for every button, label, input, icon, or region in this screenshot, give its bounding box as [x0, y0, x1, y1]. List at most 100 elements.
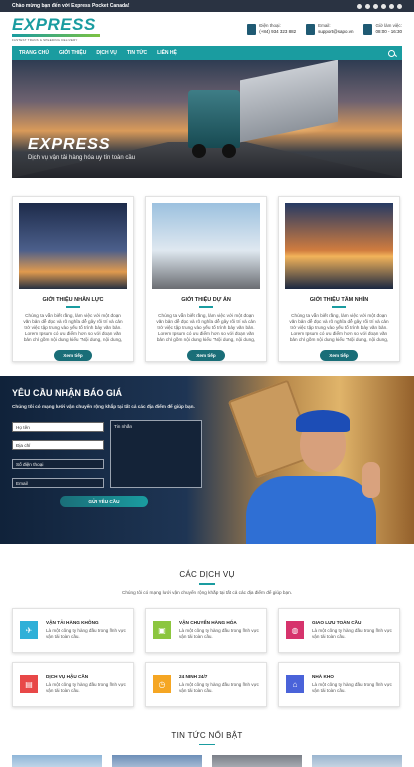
services-grid: ✈ VẬN TẢI HÀNG KHÔNG Là một công ty hàng… [0, 595, 414, 707]
card-title: GIỚI THIỆU DỰ ÁN [181, 297, 231, 303]
logo[interactable]: EXPRESS FASTEST TRANS & SPEEDING DELIVER… [12, 16, 100, 42]
service-desc: Là một công ty hàng đầu trong lĩnh vực v… [312, 628, 392, 639]
news-thumbnail[interactable] [312, 755, 402, 767]
globe-icon: ◍ [286, 621, 304, 639]
truck-wheel [192, 144, 206, 158]
service-247[interactable]: ◷ 24 NINH 24/7 Là một công ty hàng đầu t… [145, 661, 267, 707]
hero-subtitle: Dịch vụ vận tải hàng hóa uy tín toàn cầu [28, 155, 136, 161]
read-more-button[interactable]: Xem tiếp [187, 349, 225, 361]
card-text: Chúng ta vẫn biết rằng, làm việc với một… [156, 312, 256, 343]
email-icon [306, 24, 316, 35]
email-value[interactable]: support@sapo.vn [318, 29, 353, 35]
quote-request-section: YÊU CẦU NHẬN BÁO GIÁ Chúng tôi có mạng l… [0, 376, 414, 544]
news-thumbnail[interactable] [212, 755, 302, 767]
services-section: CÁC DỊCH VỤ Chúng tôi có mạng lưới vận c… [0, 544, 414, 707]
top-bar: Chào mừng bạn đến với Express Pocket Can… [0, 0, 414, 12]
service-desc: Là một công ty hàng đầu trong lĩnh vực v… [179, 682, 259, 693]
read-more-button[interactable]: Xem tiếp [54, 349, 92, 361]
submit-request-button[interactable]: GỬI YÊU CẦU [60, 496, 148, 507]
phone-icon [247, 24, 257, 35]
plane-icon: ✈ [20, 621, 38, 639]
social-links [357, 3, 402, 9]
truck-icon: ▤ [20, 675, 38, 693]
service-cargo[interactable]: ▣ VẬN CHUYỂN HÀNG HÓA Là một công ty hàn… [145, 607, 267, 653]
service-title: VẬN CHUYỂN HÀNG HÓA [179, 620, 237, 625]
service-title: VẬN TẢI HÀNG KHÔNG [46, 620, 99, 625]
hours-value: 08:00 - 16:30 [375, 29, 402, 34]
service-title: DỊCH VỤ HẬU CẦN [46, 674, 89, 679]
youtube-icon[interactable] [389, 3, 394, 9]
quote-subtitle: Chúng tôi có mạng lưới vận chuyển rộng k… [12, 404, 195, 409]
card-title: GIỚI THIỆU TẦM NHÌN [309, 297, 369, 303]
logo-underline [12, 34, 100, 37]
news-section: TIN TỨC NỔI BẬT [0, 707, 414, 767]
truck-wheel [222, 144, 236, 158]
plane-image [19, 203, 127, 289]
card-text: Chúng ta vẫn biết rằng, làm việc với một… [23, 312, 123, 343]
ship-image [285, 203, 393, 289]
nav-item-about[interactable]: GIỚI THIỆU [59, 50, 86, 56]
service-global[interactable]: ◍ GIAO LƯU TOÀN CẦU Là một công ty hàng … [278, 607, 400, 653]
trucks-image [152, 203, 260, 289]
phone-value[interactable]: (+84) 934 323 882 [259, 29, 296, 35]
logo-text: EXPRESS [12, 15, 96, 34]
news-title: TIN TỨC NỔI BẬT [171, 730, 243, 740]
contact-email: Email: support@sapo.vn [306, 23, 353, 35]
google-plus-icon[interactable] [365, 3, 370, 9]
card-title: GIỚI THIỆU NHÂN LỰC [42, 297, 104, 303]
service-warehouse[interactable]: ⌂ NHÀ KHO Là một công ty hàng đầu trong … [278, 661, 400, 707]
news-thumbnail[interactable] [112, 755, 202, 767]
nav-item-contact[interactable]: LIÊN HỆ [157, 50, 177, 56]
service-title: 24 NINH 24/7 [179, 674, 208, 679]
logo-tagline: FASTEST TRANS & SPEEDING DELIVERY [12, 38, 78, 42]
facebook-icon[interactable] [357, 3, 362, 9]
card-projects: GIỚI THIỆU DỰ ÁN Chúng ta vẫn biết rằng,… [145, 196, 267, 362]
service-desc: Là một công ty hàng đầu trong lĩnh vực v… [46, 628, 126, 639]
clock-icon: ◷ [153, 675, 171, 693]
twitter-icon[interactable] [381, 3, 386, 9]
service-logistics[interactable]: ▤ DỊCH VỤ HẬU CẦN Là một công ty hàng đầ… [12, 661, 134, 707]
read-more-button[interactable]: Xem tiếp [320, 349, 358, 361]
phone-field[interactable]: Số điện thoại [12, 459, 104, 469]
card-text: Chúng ta vẫn biết rằng, làm việc với một… [289, 312, 389, 343]
instagram-icon[interactable] [397, 3, 402, 9]
main-nav: TRANG CHỦ GIỚI THIỆU DỊCH VỤ TIN TỨC LIÊ… [12, 46, 402, 60]
title-underline [66, 306, 80, 308]
news-thumbnail[interactable] [12, 755, 102, 767]
service-desc: Là một công ty hàng đầu trong lĩnh vực v… [312, 682, 392, 693]
truck-cab [188, 90, 240, 148]
service-air-freight[interactable]: ✈ VẬN TẢI HÀNG KHÔNG Là một công ty hàng… [12, 607, 134, 653]
hero-banner: EXPRESS Dịch vụ vận tải hàng hóa uy tín … [12, 60, 402, 178]
name-field[interactable]: Họ tên [12, 422, 104, 432]
contact-phone: Điện thoại: (+84) 934 323 882 [247, 23, 296, 35]
card-staff: GIỚI THIỆU NHÂN LỰC Chúng ta vẫn biết rằ… [12, 196, 134, 362]
header-contacts: Điện thoại: (+84) 934 323 882 Email: sup… [247, 23, 402, 35]
intro-cards: GIỚI THIỆU NHÂN LỰC Chúng ta vẫn biết rằ… [0, 178, 414, 362]
email-field[interactable]: Email [12, 478, 104, 488]
welcome-text: Chào mừng bạn đến với Express Pocket Can… [12, 3, 130, 9]
service-title: GIAO LƯU TOÀN CẦU [312, 620, 362, 625]
services-title: CÁC DỊCH VỤ [179, 570, 235, 579]
hero-title: EXPRESS [28, 136, 111, 153]
nav-item-news[interactable]: TIN TỨC [127, 50, 147, 56]
title-underline [332, 306, 346, 308]
delivery-man-body [246, 476, 376, 544]
site-header: EXPRESS FASTEST TRANS & SPEEDING DELIVER… [0, 12, 414, 46]
package-icon: ▣ [153, 621, 171, 639]
clock-icon [363, 24, 373, 35]
service-title: NHÀ KHO [312, 674, 334, 679]
title-underline [199, 583, 215, 585]
address-field[interactable]: Địa chỉ [12, 440, 104, 450]
nav-item-home[interactable]: TRANG CHỦ [19, 50, 49, 56]
message-field[interactable]: Tin nhắn [110, 420, 202, 488]
service-desc: Là một công ty hàng đầu trong lĩnh vực v… [179, 628, 259, 639]
search-icon[interactable] [388, 49, 395, 57]
warehouse-icon: ⌂ [286, 675, 304, 693]
news-thumbnails [0, 745, 414, 767]
nav-item-services[interactable]: DỊCH VỤ [96, 50, 117, 56]
pinterest-icon[interactable] [373, 3, 378, 9]
service-desc: Là một công ty hàng đầu trong lĩnh vực v… [46, 682, 126, 693]
contact-hours: Giờ làm việc: 08:00 - 16:30 [363, 23, 402, 35]
card-vision: GIỚI THIỆU TẦM NHÌN Chúng ta vẫn biết rằ… [278, 196, 400, 362]
delivery-man-cap [296, 410, 350, 432]
